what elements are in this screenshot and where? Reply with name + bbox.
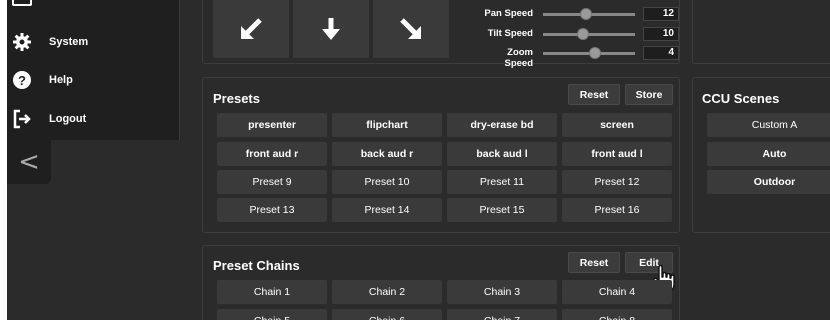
arrow-down-right-icon	[400, 18, 421, 39]
preset-button[interactable]: Preset 11	[447, 170, 557, 194]
preset-chain-button[interactable]: Chain 7	[447, 309, 557, 320]
arrow-down-left-icon	[241, 18, 262, 39]
tilt-speed-label: Tilt Speed	[487, 28, 533, 39]
preset-button[interactable]: back aud r	[332, 142, 442, 166]
logout-icon	[10, 107, 34, 131]
pan-down-right-button[interactable]	[373, 0, 449, 58]
chevron-left-icon: <	[18, 147, 40, 177]
preset-chain-button[interactable]: Chain 4	[562, 280, 672, 304]
preset-chain-button[interactable]: Chain 6	[332, 309, 442, 320]
preset-chain-button[interactable]: Chain 2	[332, 280, 442, 304]
preset-button[interactable]: presenter	[217, 113, 327, 137]
pan-speed-value[interactable]: 12	[643, 7, 679, 21]
tilt-down-button[interactable]	[293, 0, 369, 58]
preset-button[interactable]: flipchart	[332, 113, 442, 137]
svg-text:?: ?	[18, 73, 26, 88]
zoom-speed-label: Zoom Speed	[504, 47, 533, 69]
slider-knob[interactable]	[577, 28, 589, 40]
sidebar-item-label: Help	[49, 74, 73, 86]
camera-info-panel	[692, 0, 830, 64]
preset-button[interactable]: Preset 14	[332, 198, 442, 222]
presets-reset-button[interactable]: Reset	[568, 84, 620, 105]
zoom-speed-value[interactable]: 4	[643, 46, 679, 60]
tilt-speed-slider[interactable]	[543, 28, 635, 40]
gear-icon	[10, 30, 34, 54]
sidebar-item-help[interactable]: ? Help	[7, 62, 180, 98]
zoom-speed-slider[interactable]	[543, 47, 635, 59]
preset-button[interactable]: dry-erase bd	[447, 113, 557, 137]
pan-speed-slider[interactable]	[543, 8, 635, 20]
ccu-scene-button[interactable]: Custom A	[707, 113, 830, 137]
ccu-scene-button[interactable]: Outdoor	[707, 170, 830, 194]
preset-button[interactable]: back aud l	[447, 142, 557, 166]
collapse-sidebar-button[interactable]: <	[7, 140, 51, 184]
pan-down-left-button[interactable]	[213, 0, 289, 58]
preset-chain-button[interactable]: Chain 3	[447, 280, 557, 304]
preset-chain-button[interactable]: Chain 1	[217, 280, 327, 304]
sidebar-item-label: System	[49, 36, 89, 48]
presets-title: Presets	[213, 91, 260, 106]
preset-button[interactable]: screen	[562, 113, 672, 137]
tilt-speed-value[interactable]: 10	[643, 27, 679, 41]
ccu-scene-button[interactable]: Auto	[707, 142, 830, 166]
preset-chain-button[interactable]: Chain 8	[562, 309, 672, 320]
pan-speed-label: Pan Speed	[484, 8, 533, 19]
sidebar-item-label: Logout	[49, 113, 87, 125]
slider-knob[interactable]	[589, 47, 601, 59]
sidebar: System ? Help Logout	[7, 0, 180, 140]
sidebar-item-logout[interactable]: Logout	[7, 101, 180, 137]
partial-top-icon[interactable]	[12, 0, 32, 6]
preset-chains-title: Preset Chains	[213, 258, 300, 273]
presets-store-button[interactable]: Store	[625, 84, 673, 105]
help-icon: ?	[10, 68, 34, 92]
preset-button[interactable]: front aud r	[217, 142, 327, 166]
preset-button[interactable]: Preset 16	[562, 198, 672, 222]
preset-button[interactable]: Preset 10	[332, 170, 442, 194]
arrow-down-icon	[322, 18, 340, 40]
sidebar-item-system[interactable]: System	[7, 24, 180, 60]
preset-button[interactable]: Preset 12	[562, 170, 672, 194]
preset-button[interactable]: Preset 15	[447, 198, 557, 222]
preset-button[interactable]: Preset 9	[217, 170, 327, 194]
preset-button[interactable]: front aud l	[562, 142, 672, 166]
preset-chain-button[interactable]: Chain 5	[217, 309, 327, 320]
app-frame: System ? Help Logout < Pan Speed 12 Tilt…	[7, 0, 830, 320]
ccu-scenes-title: CCU Scenes	[702, 91, 780, 106]
chains-reset-button[interactable]: Reset	[568, 252, 620, 273]
slider-knob[interactable]	[580, 8, 592, 20]
preset-button[interactable]: Preset 13	[217, 198, 327, 222]
